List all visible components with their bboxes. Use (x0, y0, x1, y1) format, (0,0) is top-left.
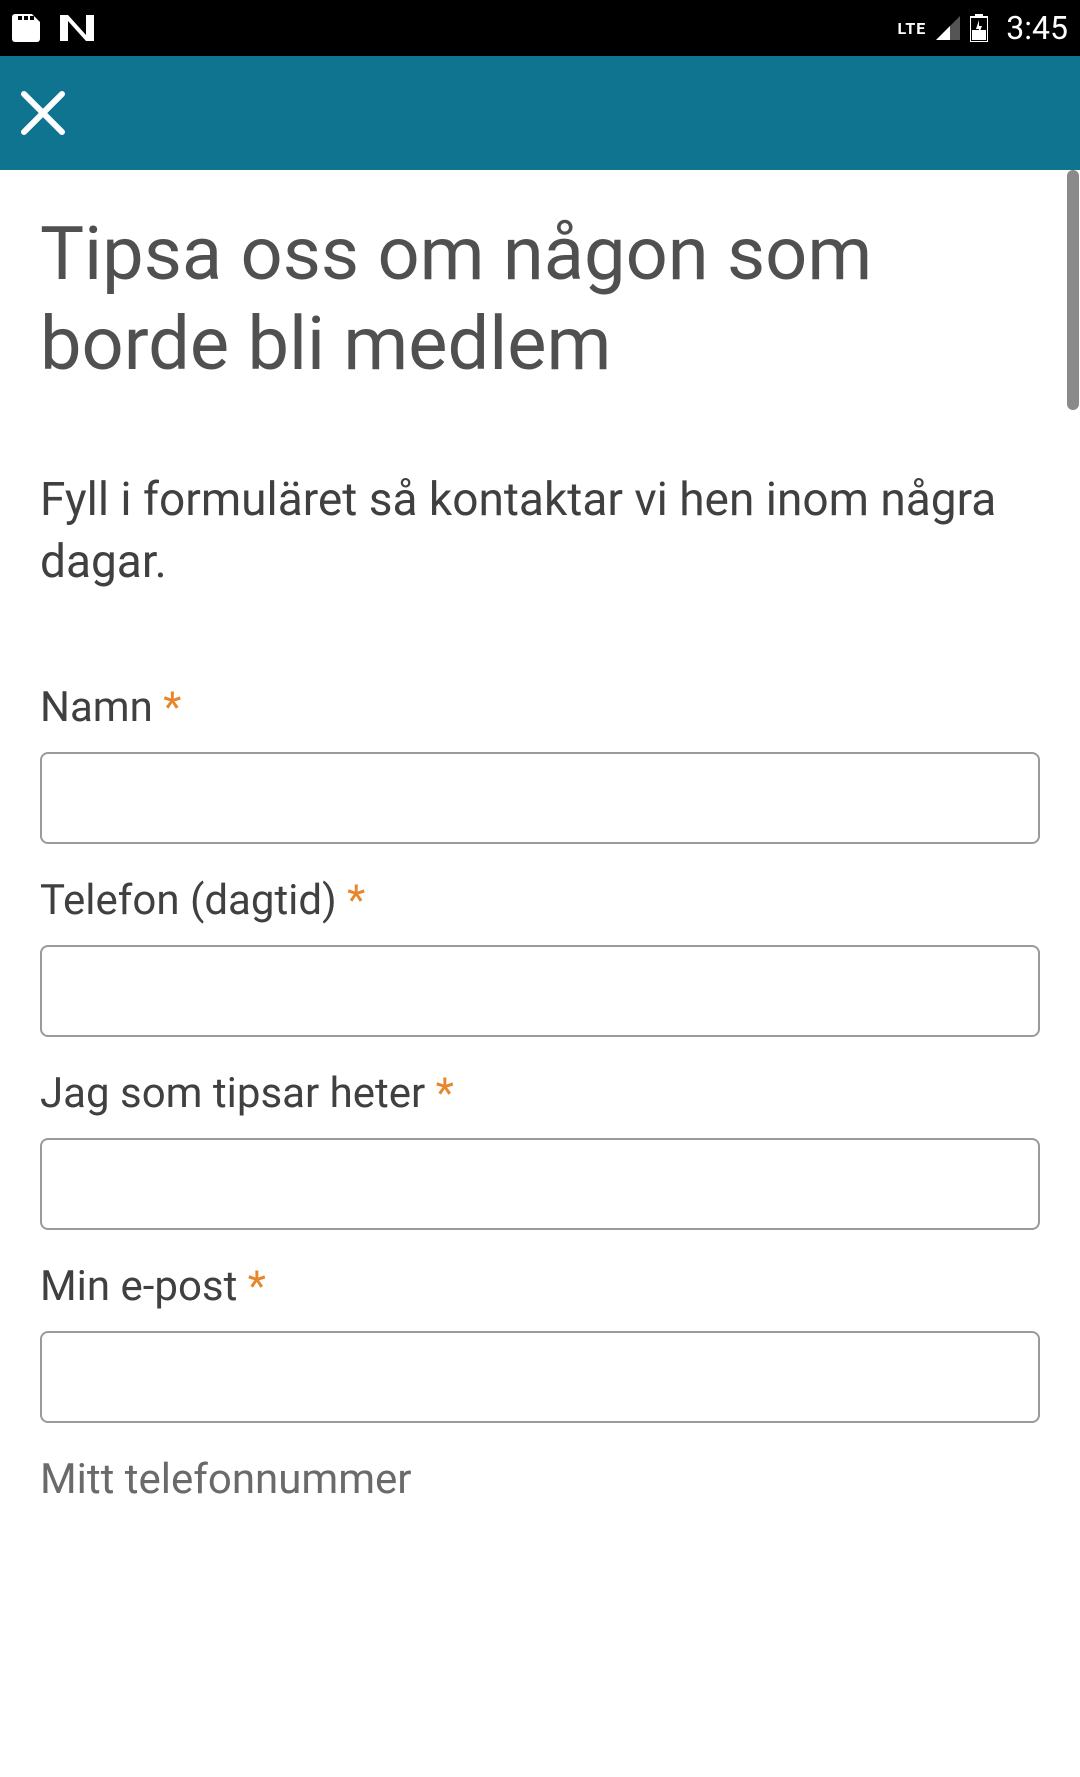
form-group-name: Namn * (40, 683, 1040, 844)
label-phone: Telefon (dagtid) * (40, 876, 1040, 925)
label-text: Mitt telefonnummer (40, 1455, 412, 1504)
scroll-indicator[interactable] (1067, 170, 1079, 410)
label-email: Min e-post * (40, 1262, 1040, 1311)
page-subtitle: Fyll i formuläret så kontaktar vi hen in… (40, 469, 1040, 593)
status-left (12, 14, 94, 42)
signal-icon (936, 16, 960, 40)
n-icon (60, 14, 94, 42)
sd-card-icon (12, 14, 40, 42)
required-mark: * (347, 876, 365, 925)
required-mark: * (163, 683, 181, 732)
form-group-tipster-name: Jag som tipsar heter * (40, 1069, 1040, 1230)
battery-icon (970, 14, 988, 42)
status-bar: LTE 3:45 (0, 0, 1080, 56)
input-email[interactable] (40, 1331, 1040, 1423)
label-tipster-name: Jag som tipsar heter * (40, 1069, 1040, 1118)
form-group-email: Min e-post * (40, 1262, 1040, 1423)
content: Tipsa oss om någon som borde bli medlem … (0, 170, 1080, 1504)
input-tipster-name[interactable] (40, 1138, 1040, 1230)
form-group-my-phone: Mitt telefonnummer (40, 1455, 1040, 1504)
label-my-phone: Mitt telefonnummer (40, 1455, 1040, 1504)
label-text: Jag som tipsar heter (40, 1069, 425, 1118)
required-mark: * (248, 1262, 266, 1311)
lte-label: LTE (898, 19, 927, 38)
required-mark: * (436, 1069, 454, 1118)
label-text: Telefon (dagtid) (40, 876, 337, 925)
close-icon (20, 90, 66, 136)
label-text: Namn (40, 683, 153, 732)
page-title: Tipsa oss om någon som borde bli medlem (40, 210, 1040, 391)
app-bar (0, 56, 1080, 170)
label-name: Namn * (40, 683, 1040, 732)
form-group-phone: Telefon (dagtid) * (40, 876, 1040, 1037)
label-text: Min e-post (40, 1262, 237, 1311)
status-right: LTE 3:45 (898, 9, 1069, 47)
status-time: 3:45 (1006, 9, 1068, 47)
input-name[interactable] (40, 752, 1040, 844)
close-button[interactable] (18, 88, 68, 138)
input-phone[interactable] (40, 945, 1040, 1037)
